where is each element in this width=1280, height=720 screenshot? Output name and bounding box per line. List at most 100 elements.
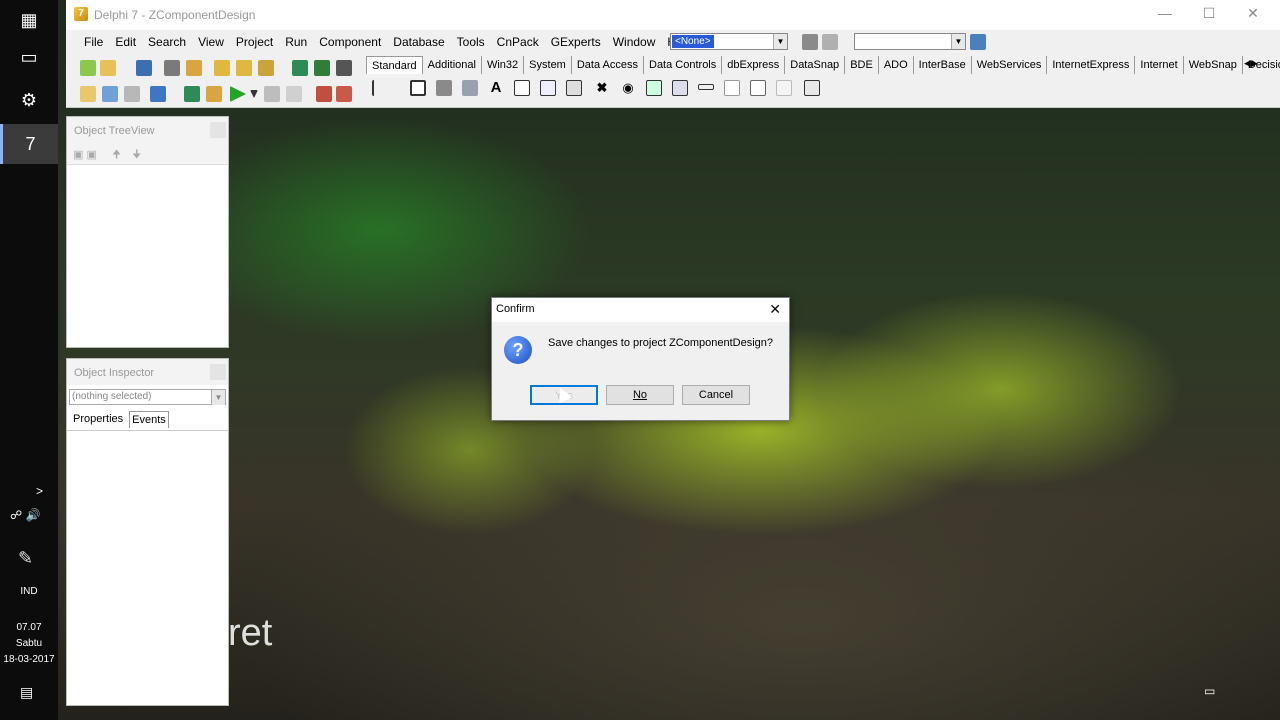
menu-file[interactable]: File xyxy=(78,32,109,52)
new-item-icon[interactable]: ▣ xyxy=(73,149,83,161)
task-view-icon[interactable]: ▭ xyxy=(0,37,58,77)
palette-tab-ado[interactable]: ADO xyxy=(879,56,914,74)
tab-events[interactable]: Events xyxy=(129,411,169,428)
new-form-icon[interactable] xyxy=(184,86,200,102)
palette-tab-dbexpress[interactable]: dbExpress xyxy=(722,56,786,74)
panel-icon[interactable] xyxy=(776,80,792,96)
input-language[interactable]: IND xyxy=(0,586,58,597)
save-desktop-icon[interactable] xyxy=(802,34,818,50)
maximize-icon[interactable]: ☐ xyxy=(1194,5,1224,25)
app-taskbar-icon[interactable]: ⚙ xyxy=(0,80,58,120)
cnpack-select[interactable]: ▼ xyxy=(854,33,966,50)
pause-icon[interactable] xyxy=(264,86,280,102)
toggle-form-unit-icon[interactable] xyxy=(150,86,166,102)
actionlist-icon[interactable] xyxy=(804,80,820,96)
save-icon[interactable] xyxy=(136,60,152,76)
step-over-icon[interactable] xyxy=(336,86,352,102)
toggle-icon[interactable] xyxy=(80,86,96,102)
menu-search[interactable]: Search xyxy=(142,32,192,52)
clock-time[interactable]: 07.07 xyxy=(0,622,58,633)
button-icon[interactable] xyxy=(566,80,582,96)
view-unit-icon[interactable] xyxy=(102,86,118,102)
palette-tab-bde[interactable]: BDE xyxy=(845,56,879,74)
add-file-icon[interactable] xyxy=(214,60,230,76)
mainmenu-icon[interactable] xyxy=(436,80,452,96)
open-icon[interactable] xyxy=(100,60,116,76)
action-center-icon[interactable]: ▭ xyxy=(1204,684,1215,698)
radiobutton-icon[interactable]: ◉ xyxy=(620,80,636,96)
palette-tab-system[interactable]: System xyxy=(524,56,572,74)
menu-gexperts[interactable]: GExperts xyxy=(545,32,607,52)
palette-tab-internet[interactable]: Internet xyxy=(1135,56,1184,74)
menu-database[interactable]: Database xyxy=(387,32,450,52)
checklist-icon[interactable] xyxy=(258,60,274,76)
run-icon[interactable] xyxy=(230,86,246,102)
open-project-icon[interactable] xyxy=(186,60,202,76)
trace-into-icon[interactable] xyxy=(316,86,332,102)
tab-properties[interactable]: Properties xyxy=(71,411,125,428)
groupbox-icon[interactable] xyxy=(724,80,740,96)
menu-project[interactable]: Project xyxy=(230,32,279,52)
menu-run[interactable]: Run xyxy=(279,32,313,52)
minimize-icon[interactable]: — xyxy=(1150,5,1180,25)
chevron-down-icon[interactable]: ▼ xyxy=(951,34,965,49)
palette-tab-standard[interactable]: Standard xyxy=(366,56,423,74)
chevron-down-icon[interactable]: ▼ xyxy=(211,390,225,405)
checkbox-icon[interactable]: ✖ xyxy=(594,80,610,96)
network-volume-icon[interactable]: ☍ 🔊 xyxy=(10,508,40,522)
menu-component[interactable]: Component xyxy=(313,32,387,52)
inspector-object-select[interactable]: (nothing selected) ▼ xyxy=(69,389,226,405)
set-debug-desktop-icon[interactable] xyxy=(822,34,838,50)
no-button[interactable]: No xyxy=(606,385,674,405)
memo-icon[interactable] xyxy=(540,80,556,96)
popupmenu-icon[interactable] xyxy=(462,80,478,96)
delphi-taskbar-icon[interactable]: 7 xyxy=(0,124,58,164)
cancel-button[interactable]: Cancel xyxy=(682,385,750,405)
close-icon[interactable]: ✕ xyxy=(769,301,781,318)
palette-tab-additional[interactable]: Additional xyxy=(423,56,482,74)
menu-cnpack[interactable]: CnPack xyxy=(491,32,545,52)
palette-tab-webservices[interactable]: WebServices xyxy=(972,56,1048,74)
close-icon[interactable]: ✕ xyxy=(1238,5,1268,25)
chevron-down-icon[interactable] xyxy=(250,90,258,98)
arrow-up-icon[interactable]: 🠉 xyxy=(112,149,121,161)
close-icon[interactable] xyxy=(210,364,226,380)
desktop-layout-select[interactable]: <None> ▼ xyxy=(670,33,788,50)
palette-tab-data-access[interactable]: Data Access xyxy=(572,56,644,74)
label-icon[interactable]: A xyxy=(488,80,504,96)
clock-day[interactable]: Sabtu xyxy=(0,638,58,649)
palette-tab-datasnap[interactable]: DataSnap xyxy=(785,56,846,74)
palette-tab-data-controls[interactable]: Data Controls xyxy=(644,56,723,74)
pointer-icon[interactable] xyxy=(372,80,386,96)
pen-icon[interactable]: ✎ xyxy=(18,548,33,569)
menu-window[interactable]: Window xyxy=(607,32,662,52)
notification-icon[interactable]: ▤ xyxy=(20,684,33,701)
menu-tools[interactable]: Tools xyxy=(451,32,491,52)
delete-item-icon[interactable]: ▣ xyxy=(86,149,96,161)
package-icon[interactable] xyxy=(314,60,330,76)
scrollbar-icon[interactable] xyxy=(698,84,714,90)
arrow-down-icon[interactable]: 🠋 xyxy=(132,149,141,161)
radiogroup-icon[interactable] xyxy=(750,80,766,96)
edit-icon[interactable] xyxy=(514,80,530,96)
palette-tab-interbase[interactable]: InterBase xyxy=(914,56,972,74)
menu-view[interactable]: View xyxy=(192,32,230,52)
new-icon[interactable] xyxy=(80,60,96,76)
combobox-icon[interactable] xyxy=(672,80,688,96)
menu-edit[interactable]: Edit xyxy=(109,32,142,52)
view-form-icon[interactable] xyxy=(124,86,140,102)
palette-tab-internetexpress[interactable]: InternetExpress xyxy=(1047,56,1136,74)
open-form-icon[interactable] xyxy=(206,86,222,102)
cnpack-tool-icon[interactable] xyxy=(970,34,986,50)
palette-tab-websnap[interactable]: WebSnap xyxy=(1184,56,1243,74)
remove-file-icon[interactable] xyxy=(236,60,252,76)
chevron-down-icon[interactable]: ▼ xyxy=(773,34,787,49)
frames-icon[interactable] xyxy=(410,80,426,96)
palette-tab-win32[interactable]: Win32 xyxy=(482,56,525,74)
palette-scroll-icon[interactable]: ◀▶ xyxy=(1244,58,1258,69)
close-icon[interactable] xyxy=(210,122,226,138)
stop-icon[interactable] xyxy=(286,86,302,102)
save-all-icon[interactable] xyxy=(164,60,180,76)
help-icon[interactable] xyxy=(336,60,352,76)
clock-date[interactable]: 18-03-2017 xyxy=(0,654,58,665)
